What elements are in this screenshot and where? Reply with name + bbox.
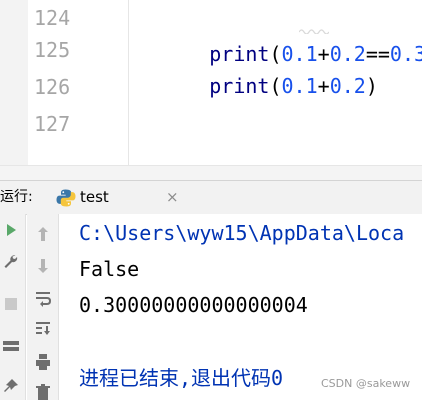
print-icon [36,354,50,370]
console-output-line: False [79,257,140,281]
code-token-number: 0.2 [329,74,366,98]
line-number-124: 124 [34,6,71,30]
code-token-close-paren: ) [365,74,378,98]
rerun-button[interactable] [0,216,25,244]
previous-occurrence-button[interactable] [31,220,55,248]
pin-button[interactable] [0,372,25,400]
line-number-126: 126 [34,75,71,99]
print-button[interactable] [31,348,55,376]
code-token-number: 0.1 [281,74,318,98]
console-output-line: 0.30000000000000004 [79,293,308,317]
python-icon [56,189,76,207]
run-console-toolbar [27,214,59,400]
up-arrow-icon [38,227,48,241]
delete-icon [36,384,50,400]
down-arrow-icon [38,259,48,273]
run-tool-window-title: 运行: [0,189,33,205]
scroll-to-end-button[interactable] [31,315,55,343]
clear-all-button[interactable] [31,379,55,400]
code-line-124[interactable]: print(0.1+0.2==0.3) [137,0,422,66]
scroll-to-end-icon [36,322,50,335]
ide-window: 124 125 126 127 print(0.1+0.2==0.3) prin… [0,0,422,400]
console-command-path: C:\Users\wyw15\AppData\Loca [79,221,405,245]
csdn-watermark: CSDN @sakeww [321,377,411,390]
stop-icon [5,298,17,310]
code-editor[interactable]: 124 125 126 127 print(0.1+0.2==0.3) prin… [0,0,422,181]
run-tool-window-header: 运行: test × [0,180,422,215]
code-line-125[interactable]: print(0.1+0.2) [137,32,378,98]
close-icon[interactable]: × [166,181,179,214]
code-token-print: print [209,74,270,98]
next-occurrence-button[interactable] [31,252,55,280]
editor-bottom-separator [0,165,422,181]
process-finished-message: 进程已结束,退出代码0 [79,366,284,390]
run-left-toolbar [0,214,26,400]
layout-button[interactable] [0,332,25,360]
pin-icon [4,379,18,392]
line-number-127: 127 [34,112,71,136]
settings-button[interactable] [0,248,25,276]
soft-wrap-button[interactable] [31,284,55,312]
code-token-number: 0.3 [389,42,422,66]
line-number-125: 125 [34,38,71,62]
run-console-output[interactable]: C:\Users\wyw15\AppData\Loca False 0.3000… [59,214,422,400]
run-tab-test[interactable]: test × [50,181,179,214]
code-token-plus: + [317,74,330,98]
stop-button[interactable] [0,290,25,318]
wrench-icon [4,255,18,268]
run-tab-label: test [80,188,109,206]
code-token-open-paren: ( [269,74,282,98]
soft-wrap-icon [36,292,52,307]
layout-icon [3,341,19,351]
run-icon [7,224,16,236]
editor-gutter-strip [0,0,28,165]
